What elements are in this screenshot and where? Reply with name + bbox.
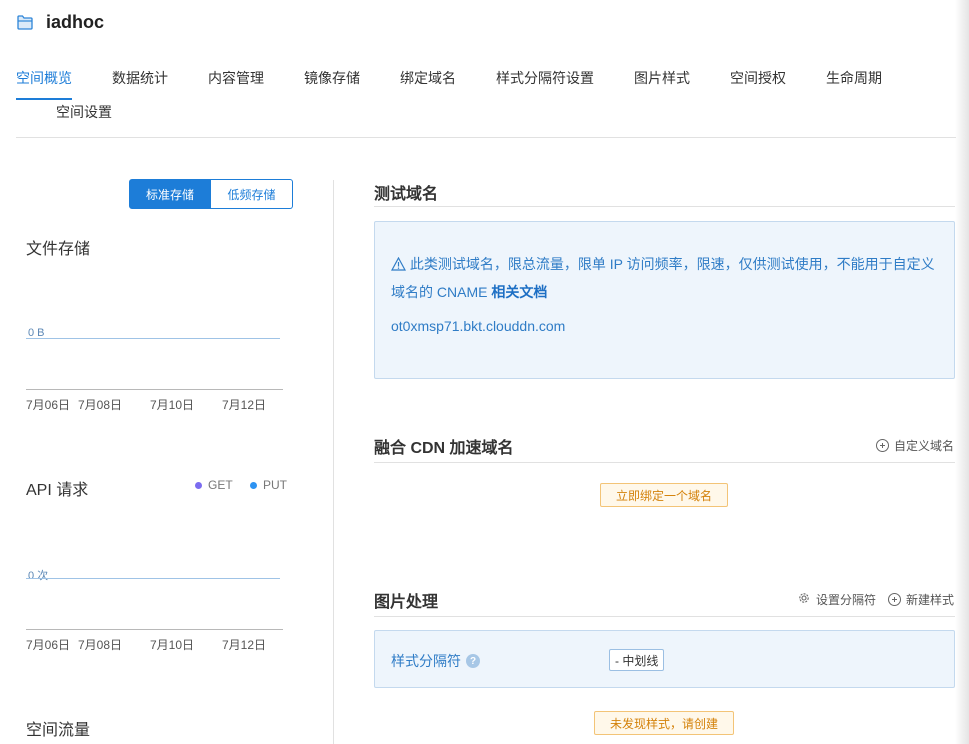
tab-content[interactable]: 内容管理 — [208, 68, 264, 88]
bucket-name: iadhoc — [46, 11, 105, 32]
separator-label: 样式分隔符 — [391, 653, 461, 669]
cdn-domain-divider — [374, 462, 955, 463]
api-requests-series-line — [26, 578, 280, 579]
docs-link[interactable]: 相关文档 — [491, 284, 547, 300]
api-requests-title: API 请求 — [26, 482, 89, 499]
warning-icon — [390, 256, 410, 272]
api-requests-tick: 7月08日 — [78, 638, 123, 652]
new-style-action[interactable]: 新建样式 — [888, 591, 954, 608]
legend-get-label: GET — [208, 478, 233, 492]
bucket-tabs: 空间概览 数据统计 内容管理 镜像存储 绑定域名 样式分隔符设置 图片样式 空间… — [16, 62, 956, 120]
storage-type-toggle: 标准存储 低频存储 — [129, 179, 293, 209]
tab-image-style[interactable]: 图片样式 — [634, 68, 690, 88]
separator-label-row: 样式分隔符 ? — [391, 651, 480, 671]
tab-statistics[interactable]: 数据统计 — [112, 68, 168, 88]
new-style-label: 新建样式 — [906, 593, 955, 607]
tab-separator[interactable]: 样式分隔符设置 — [496, 68, 594, 88]
window-edge-shadow — [955, 0, 969, 744]
test-domain-divider — [374, 206, 955, 207]
tab-authorization[interactable]: 空间授权 — [730, 68, 786, 88]
tab-overview[interactable]: 空间概览 — [16, 68, 72, 100]
bucket-icon — [16, 13, 34, 31]
image-processing-divider — [374, 616, 955, 617]
file-storage-tick: 7月06日 — [26, 398, 71, 412]
api-requests-tick: 7月06日 — [26, 638, 71, 652]
cdn-domain-title: 融合 CDN 加速域名 — [374, 440, 514, 457]
overview-charts: 标准存储 低频存储 文件存储 0 B 7月06日 7月08日 7月10日 7月1… — [16, 138, 334, 744]
file-storage-tick: 7月12日 — [222, 398, 267, 412]
api-requests-zero-label: 0 次 — [28, 570, 49, 582]
file-storage-tick: 7月08日 — [78, 398, 123, 412]
add-circle-icon — [876, 439, 889, 452]
api-requests-tick: 7月12日 — [222, 638, 267, 652]
infrequent-storage-button[interactable]: 低频存储 — [211, 179, 293, 209]
test-domain-warning: 此类测试域名，限总流量，限单 IP 访问频率，限速，仅供测试使用，不能用于自定义… — [390, 250, 939, 306]
image-processing-title: 图片处理 — [374, 594, 439, 611]
set-separator-label: 设置分隔符 — [816, 593, 877, 607]
standard-storage-button[interactable]: 标准存储 — [129, 179, 211, 209]
column-divider — [333, 180, 334, 744]
help-icon[interactable]: ? — [466, 654, 480, 668]
legend-put-label: PUT — [263, 478, 287, 492]
custom-domain-action[interactable]: 自定义域名 — [876, 437, 954, 454]
test-domain-box: 此类测试域名，限总流量，限单 IP 访问频率，限速，仅供测试使用，不能用于自定义… — [374, 221, 955, 379]
separator-tag: - 中划线 — [609, 649, 665, 671]
file-storage-series-line — [26, 338, 280, 339]
legend-get: GET — [195, 478, 233, 492]
create-style-button[interactable]: 未发现样式，请创建 — [594, 711, 734, 735]
set-separator-action[interactable]: 设置分隔符 — [797, 591, 876, 608]
api-requests-tick: 7月10日 — [150, 638, 195, 652]
tab-domain[interactable]: 绑定域名 — [400, 68, 456, 88]
tab-settings[interactable]: 空间设置 — [56, 102, 112, 122]
legend-get-dot — [195, 481, 202, 489]
separator-box: 样式分隔符 ? - 中划线 — [374, 630, 955, 688]
file-storage-tick: 7月10日 — [150, 398, 195, 412]
warning-text: 此类测试域名，限总流量，限单 IP 访问频率，限速，仅供测试使用，不能用于自定义… — [391, 256, 935, 300]
legend-put-dot — [250, 481, 257, 489]
add-circle-icon — [888, 593, 901, 606]
bucket-header: iadhoc — [16, 10, 104, 34]
test-domain-value[interactable]: ot0xmsp71.bkt.clouddn.com — [391, 318, 565, 334]
api-requests-x-axis — [26, 629, 283, 630]
custom-domain-label: 自定义域名 — [894, 439, 955, 453]
space-traffic-title: 空间流量 — [26, 722, 91, 739]
tab-mirror[interactable]: 镜像存储 — [304, 68, 360, 88]
tab-lifecycle[interactable]: 生命周期 — [826, 68, 882, 88]
bind-domain-button[interactable]: 立即绑定一个域名 — [600, 483, 728, 507]
gear-icon — [797, 591, 811, 608]
test-domain-title: 测试域名 — [374, 186, 439, 203]
file-storage-title: 文件存储 — [26, 241, 91, 258]
file-storage-x-axis — [26, 389, 283, 390]
legend-put: PUT — [250, 478, 287, 492]
